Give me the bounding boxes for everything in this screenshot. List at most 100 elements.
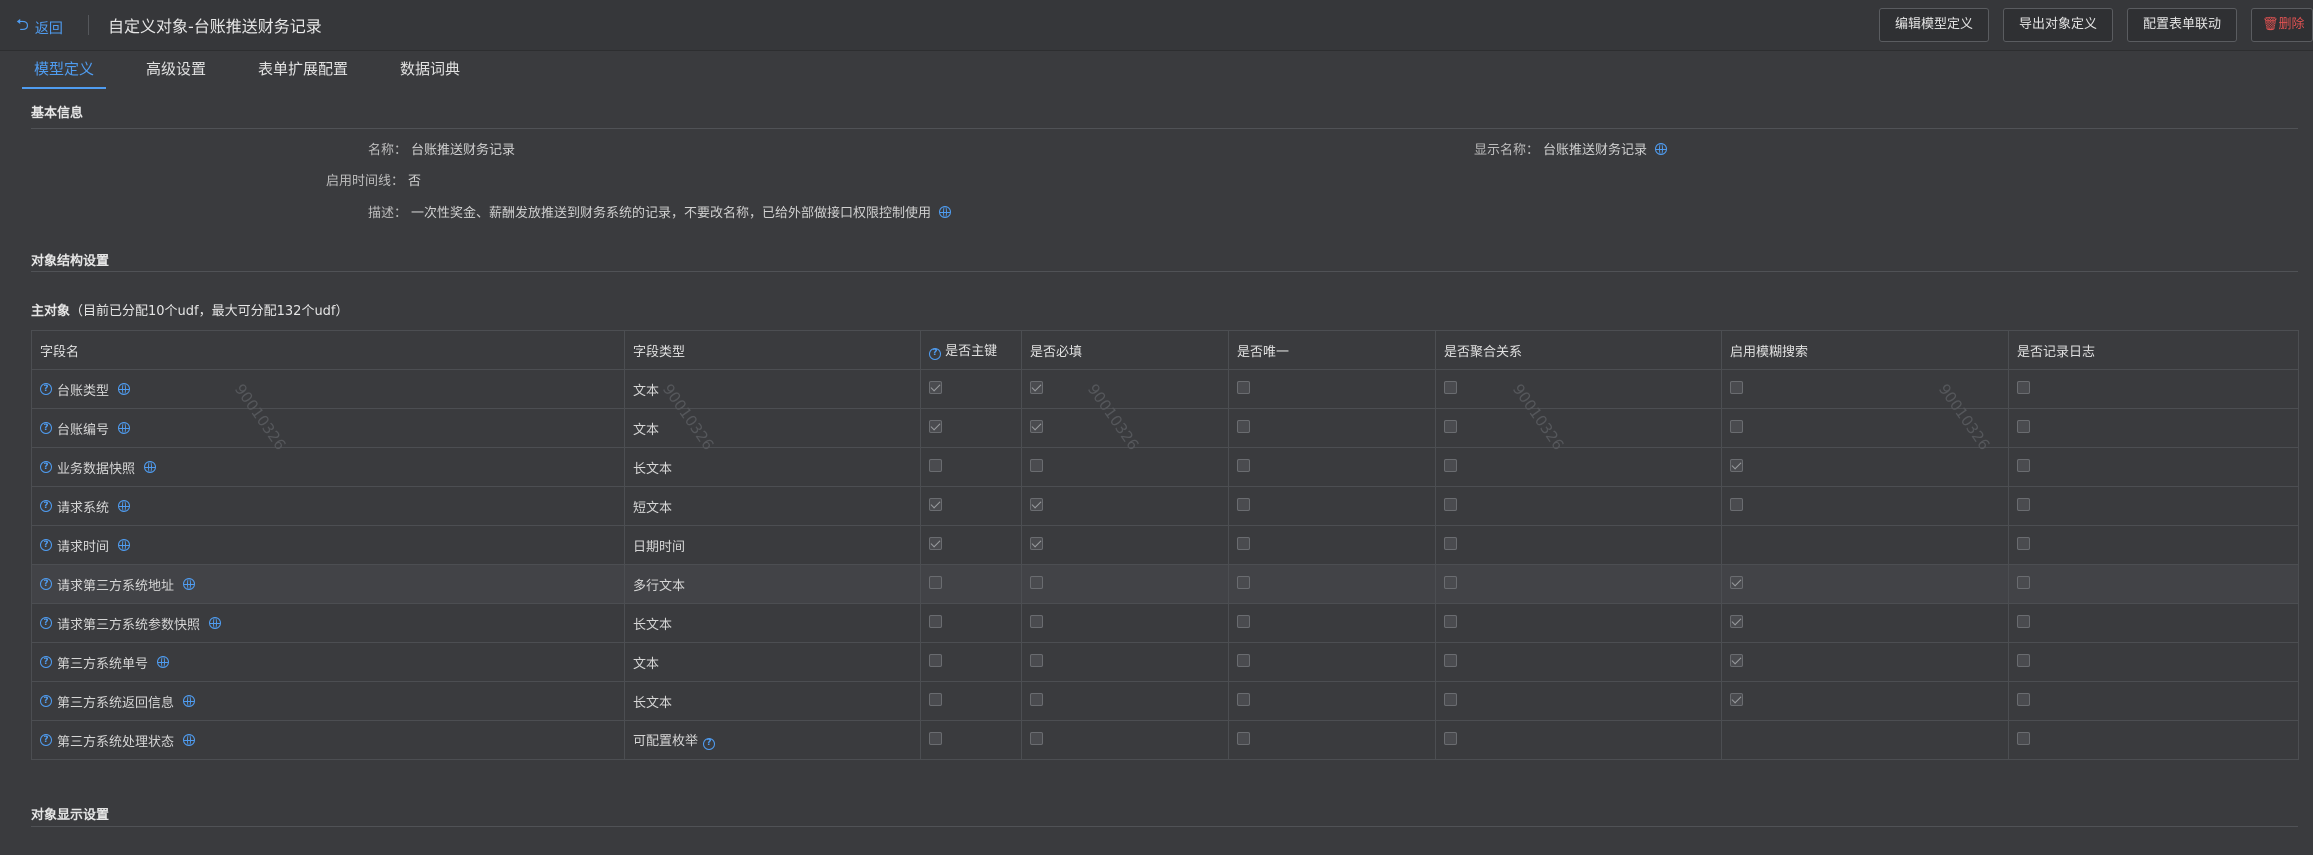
- field-name-cell: ? 第三方系统处理状态: [31, 720, 625, 760]
- help-icon[interactable]: ?: [40, 422, 52, 434]
- help-icon[interactable]: ?: [40, 617, 52, 629]
- unique-checkbox[interactable]: [1237, 575, 1250, 589]
- globe-icon[interactable]: [118, 539, 131, 551]
- aggregation-checkbox[interactable]: [1444, 497, 1457, 511]
- unique-checkbox[interactable]: [1237, 536, 1250, 550]
- export-definition-button[interactable]: 导出对象定义: [2002, 8, 2113, 42]
- edit-model-button[interactable]: 编辑模型定义: [1878, 8, 1989, 42]
- help-icon[interactable]: ?: [40, 578, 52, 590]
- log-checkbox[interactable]: [2017, 497, 2030, 511]
- globe-icon[interactable]: [1655, 142, 1668, 155]
- aggregation-checkbox[interactable]: [1444, 458, 1457, 472]
- primary-key-checkbox[interactable]: [929, 653, 942, 667]
- fuzzy-search-checkbox[interactable]: [1730, 497, 1743, 511]
- globe-icon[interactable]: [118, 422, 131, 434]
- help-icon[interactable]: ?: [40, 539, 52, 551]
- back-link[interactable]: ⮌ 返回: [16, 14, 63, 41]
- tab-model-definition[interactable]: 模型定义: [22, 58, 107, 89]
- help-icon[interactable]: ?: [40, 461, 52, 473]
- unique-checkbox[interactable]: [1237, 458, 1250, 472]
- aggregation-checkbox[interactable]: [1444, 575, 1457, 589]
- fuzzy-search-checkbox[interactable]: [1730, 419, 1743, 433]
- help-icon[interactable]: ?: [929, 347, 941, 360]
- required-checkbox[interactable]: [1030, 653, 1043, 667]
- top-bar: ⮌ 返回 自定义对象-台账推送财务记录 编辑模型定义 导出对象定义 配置表单联动…: [0, 0, 2313, 51]
- field-name-text: 请求时间: [57, 539, 110, 555]
- log-checkbox[interactable]: [2017, 419, 2030, 433]
- aggregation-cell: [1435, 486, 1722, 526]
- primary-key-checkbox[interactable]: [929, 731, 942, 745]
- unique-checkbox[interactable]: [1237, 419, 1250, 433]
- log-checkbox[interactable]: [2017, 380, 2030, 394]
- required-checkbox[interactable]: [1030, 419, 1043, 433]
- field-type-text: 文本: [633, 656, 660, 672]
- form-linkage-button[interactable]: 配置表单联动: [2126, 8, 2237, 42]
- primary-key-checkbox[interactable]: [929, 380, 942, 394]
- log-checkbox[interactable]: [2017, 575, 2030, 589]
- primary-key-checkbox[interactable]: [929, 536, 942, 550]
- required-checkbox[interactable]: [1030, 575, 1043, 589]
- aggregation-checkbox[interactable]: [1444, 419, 1457, 433]
- unique-checkbox[interactable]: [1237, 380, 1250, 394]
- field-name-cell: ? 请求时间: [31, 525, 625, 565]
- required-checkbox[interactable]: [1030, 731, 1043, 745]
- globe-icon[interactable]: [157, 656, 170, 668]
- fuzzy-search-checkbox[interactable]: [1730, 653, 1743, 667]
- primary-key-checkbox[interactable]: [929, 419, 942, 433]
- required-checkbox[interactable]: [1030, 380, 1043, 394]
- primary-key-checkbox[interactable]: [929, 614, 942, 628]
- globe-icon[interactable]: [118, 383, 131, 395]
- log-checkbox[interactable]: [2017, 653, 2030, 667]
- log-checkbox[interactable]: [2017, 614, 2030, 628]
- aggregation-checkbox[interactable]: [1444, 653, 1457, 667]
- required-checkbox[interactable]: [1030, 497, 1043, 511]
- fuzzy-search-checkbox[interactable]: [1730, 458, 1743, 472]
- help-icon[interactable]: ?: [40, 734, 52, 746]
- globe-icon[interactable]: [183, 578, 196, 590]
- unique-checkbox[interactable]: [1237, 497, 1250, 511]
- delete-button[interactable]: 🗑删除: [2251, 8, 2313, 42]
- globe-icon[interactable]: [939, 205, 952, 218]
- aggregation-checkbox[interactable]: [1444, 692, 1457, 706]
- globe-icon[interactable]: [144, 461, 157, 473]
- log-checkbox[interactable]: [2017, 692, 2030, 706]
- required-checkbox[interactable]: [1030, 614, 1043, 628]
- fuzzy-search-checkbox[interactable]: [1730, 692, 1743, 706]
- log-checkbox[interactable]: [2017, 458, 2030, 472]
- aggregation-checkbox[interactable]: [1444, 731, 1457, 745]
- help-icon[interactable]: ?: [40, 500, 52, 512]
- unique-checkbox[interactable]: [1237, 653, 1250, 667]
- globe-icon[interactable]: [118, 500, 131, 512]
- log-checkbox[interactable]: [2017, 731, 2030, 745]
- aggregation-checkbox[interactable]: [1444, 614, 1457, 628]
- help-icon[interactable]: ?: [40, 656, 52, 668]
- help-icon[interactable]: ?: [703, 737, 716, 750]
- help-icon[interactable]: ?: [40, 383, 52, 395]
- unique-checkbox[interactable]: [1237, 731, 1250, 745]
- fuzzy-search-checkbox[interactable]: [1730, 380, 1743, 394]
- aggregation-checkbox[interactable]: [1444, 380, 1457, 394]
- required-checkbox[interactable]: [1030, 458, 1043, 472]
- tab-data-dictionary[interactable]: 数据词典: [388, 58, 472, 89]
- globe-icon[interactable]: [209, 617, 222, 629]
- primary-key-checkbox[interactable]: [929, 497, 942, 511]
- globe-icon[interactable]: [183, 734, 196, 746]
- primary-key-checkbox[interactable]: [929, 458, 942, 472]
- help-icon[interactable]: ?: [40, 695, 52, 707]
- primary-key-checkbox[interactable]: [929, 575, 942, 589]
- required-checkbox[interactable]: [1030, 692, 1043, 706]
- primary-key-checkbox[interactable]: [929, 692, 942, 706]
- required-checkbox[interactable]: [1030, 536, 1043, 550]
- globe-icon[interactable]: [183, 695, 196, 707]
- tab-advanced-settings[interactable]: 高级设置: [134, 58, 218, 89]
- tab-form-extension[interactable]: 表单扩展配置: [246, 58, 360, 89]
- display-name-value: 台账推送财务记录: [1543, 143, 1648, 158]
- aggregation-checkbox[interactable]: [1444, 536, 1457, 550]
- unique-checkbox[interactable]: [1237, 614, 1250, 628]
- aggregation-cell: [1435, 408, 1722, 448]
- fuzzy-search-checkbox[interactable]: [1730, 614, 1743, 628]
- log-checkbox[interactable]: [2017, 536, 2030, 550]
- fuzzy-search-checkbox[interactable]: [1730, 575, 1743, 589]
- field-type-cell: 多行文本: [624, 564, 921, 604]
- unique-checkbox[interactable]: [1237, 692, 1250, 706]
